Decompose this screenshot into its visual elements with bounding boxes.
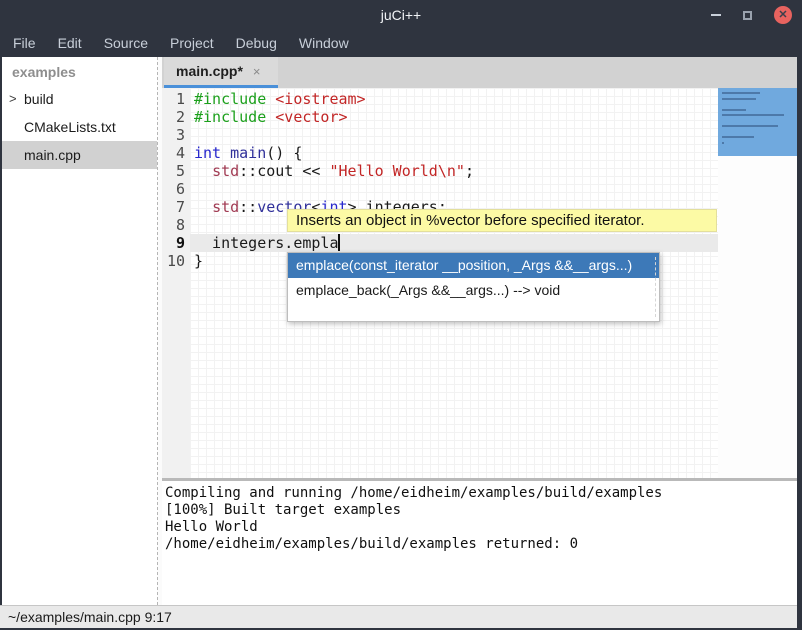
minimap-line-mark <box>722 114 784 116</box>
output-line: Compiling and running /home/eidheim/exam… <box>165 485 797 502</box>
code-line-4: int main() { <box>194 144 302 162</box>
minimap[interactable] <box>718 88 797 478</box>
minimap-line-mark <box>722 109 746 111</box>
code-token: main <box>230 144 266 162</box>
code-token: #include <box>194 108 266 126</box>
code-token <box>221 144 230 162</box>
code-line-5: std::cout << "Hello World\n"; <box>194 162 474 180</box>
menu-item-project[interactable]: Project <box>159 30 225 57</box>
menu-item-source[interactable]: Source <box>93 30 159 57</box>
autocomplete-popup: emplace(const_iterator __position, _Args… <box>287 252 660 322</box>
tab-label: main.cpp* <box>176 63 243 79</box>
juci-window: juCi++ ✕ FileEditSourceProjectDebugWindo… <box>0 0 802 630</box>
tab-close-icon[interactable]: × <box>253 64 261 79</box>
menu-item-edit[interactable]: Edit <box>47 30 93 57</box>
autocomplete-item[interactable]: emplace(const_iterator __position, _Args… <box>288 253 659 278</box>
restore-icon[interactable] <box>743 11 752 20</box>
line-number-gutter: 12345678910 <box>162 88 190 478</box>
line-number: 1 <box>176 90 185 108</box>
output-line: /home/eidheim/examples/build/examples re… <box>165 536 797 553</box>
window-title: juCi++ <box>0 0 802 30</box>
tab-main-cpp[interactable]: main.cpp* × <box>164 57 278 88</box>
line-number: 4 <box>176 144 185 162</box>
code-token: } <box>194 252 203 270</box>
code-token: std <box>212 162 239 180</box>
chevron-right-icon[interactable]: > <box>9 85 17 113</box>
code-token <box>266 90 275 108</box>
line-number: 2 <box>176 108 185 126</box>
text-cursor <box>338 234 340 251</box>
minimize-icon[interactable] <box>711 14 721 16</box>
menu-item-window[interactable]: Window <box>288 30 360 57</box>
code-token <box>266 108 275 126</box>
line-number: 6 <box>176 180 185 198</box>
status-file-position: ~/examples/main.cpp 9:17 <box>8 609 172 625</box>
code-token <box>194 162 212 180</box>
code-token: <iostream> <box>275 90 365 108</box>
status-bar: ~/examples/main.cpp 9:17 <box>0 605 797 628</box>
tree-item-build[interactable]: > build <box>2 85 157 113</box>
titlebar[interactable]: juCi++ ✕ <box>0 0 802 30</box>
file-tree-panel: examples > build CMakeLists.txt main.cpp <box>2 57 157 605</box>
code-token: <vector> <box>275 108 347 126</box>
minimap-line-mark <box>722 98 756 100</box>
tree-item-main-cpp[interactable]: main.cpp <box>2 141 157 169</box>
code-token <box>194 198 212 216</box>
line-number: 7 <box>176 198 185 216</box>
tree-item-label: main.cpp <box>24 147 81 163</box>
minimap-line-mark <box>722 142 724 144</box>
editor-pane: main.cpp* × 12345678910 #include <iostre… <box>162 57 797 605</box>
code-line-2: #include <vector> <box>194 108 348 126</box>
output-line: Hello World <box>165 519 797 536</box>
code-token: int <box>194 144 221 162</box>
close-icon[interactable]: ✕ <box>774 6 792 24</box>
window-controls: ✕ <box>711 0 792 30</box>
line-number: 8 <box>176 216 185 234</box>
code-token: () { <box>266 144 302 162</box>
output-line: [100%] Built target examples <box>165 502 797 519</box>
minimap-line-mark <box>722 92 760 94</box>
minimap-line-mark <box>722 125 778 127</box>
code-token: #include <box>194 90 266 108</box>
code-line-9: integers.empla <box>194 234 339 252</box>
line-number: 10 <box>167 252 185 270</box>
tree-item-cmakelists-txt[interactable]: CMakeLists.txt <box>2 113 157 141</box>
line-number: 3 <box>176 126 185 144</box>
project-name-label: examples <box>2 57 157 85</box>
menubar: FileEditSourceProjectDebugWindow <box>0 30 802 57</box>
code-token: ::cout << <box>239 162 329 180</box>
line-number: 9 <box>176 234 185 252</box>
tree-item-label: build <box>24 91 54 107</box>
line-number: 5 <box>176 162 185 180</box>
code-token: ; <box>465 162 474 180</box>
menu-item-file[interactable]: File <box>2 30 47 57</box>
autocomplete-item[interactable]: emplace_back(_Args &&__args...) --> void <box>288 278 659 303</box>
build-output-panel: Compiling and running /home/eidheim/exam… <box>162 481 797 605</box>
code-token: :: <box>239 198 257 216</box>
menu-item-debug[interactable]: Debug <box>225 30 288 57</box>
code-token: integers.empla <box>194 234 339 252</box>
tree-item-label: CMakeLists.txt <box>24 119 116 135</box>
tab-bar: main.cpp* × <box>162 57 797 88</box>
code-token: std <box>212 198 239 216</box>
code-line-10: } <box>194 252 203 270</box>
code-line-1: #include <iostream> <box>194 90 366 108</box>
doc-tooltip: Inserts an object in %vector before spec… <box>287 209 717 232</box>
code-token: "Hello World\n" <box>329 162 464 180</box>
minimap-line-mark <box>722 136 754 138</box>
